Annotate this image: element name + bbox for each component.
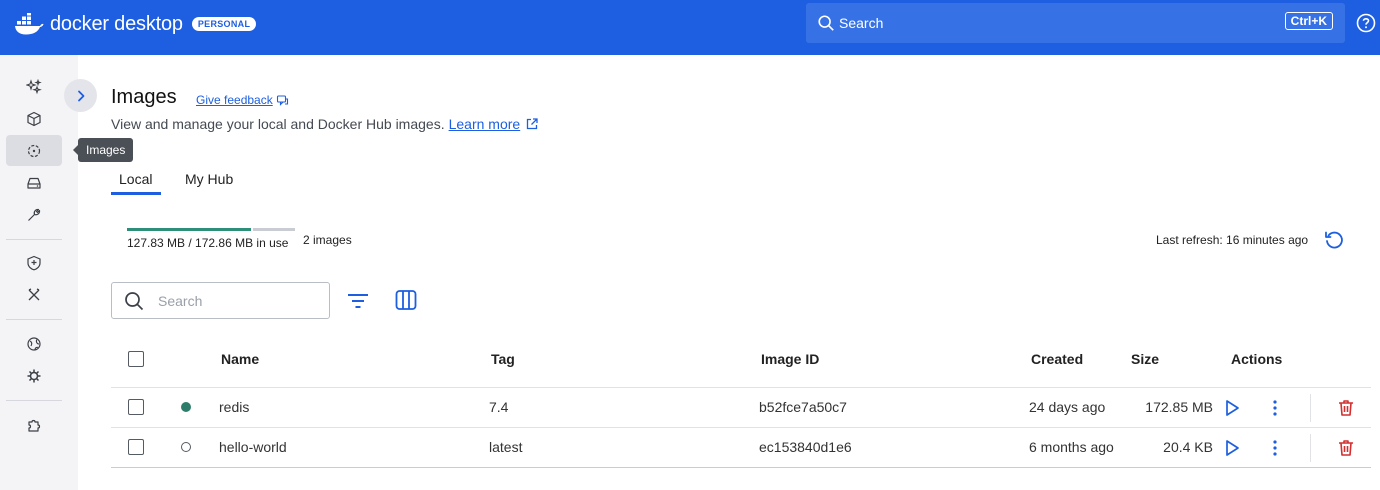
sidebar-item-models[interactable] xyxy=(6,279,62,310)
tab-local[interactable]: Local xyxy=(119,171,152,187)
column-header-image-id[interactable]: Image ID xyxy=(761,351,819,367)
image-created: 6 months ago xyxy=(1029,439,1114,455)
image-name[interactable]: hello-world xyxy=(219,439,287,455)
top-header: docker desktop PERSONAL Search Ctrl+K xyxy=(0,0,1380,55)
plan-badge: PERSONAL xyxy=(191,17,257,31)
puzzle-icon xyxy=(28,419,41,432)
more-options-icon[interactable] xyxy=(1265,398,1285,418)
tools-icon xyxy=(28,287,40,300)
learn-more-link[interactable]: Learn more xyxy=(449,116,521,132)
subtitle-text: View and manage your local and Docker Hu… xyxy=(111,116,445,132)
image-search-input[interactable] xyxy=(158,292,308,309)
image-count: 2 images xyxy=(303,233,352,247)
feedback-icon xyxy=(276,94,288,106)
sidebar-item-scout[interactable] xyxy=(6,247,62,278)
image-id: b52fce7a50c7 xyxy=(759,399,847,415)
filter-icon[interactable] xyxy=(346,289,370,313)
sidebar-item-ask-gordon[interactable] xyxy=(6,71,62,102)
sidebar-item-builds[interactable] xyxy=(6,199,62,230)
docker-logo: docker desktop PERSONAL xyxy=(14,12,257,36)
brand-name: docker desktop xyxy=(50,12,183,35)
sidebar-item-extensions-browse[interactable] xyxy=(6,328,62,359)
give-feedback-label: Give feedback xyxy=(196,93,273,107)
docker-whale-icon xyxy=(15,13,44,35)
help-circle-icon[interactable] xyxy=(1356,13,1376,33)
active-tab-indicator xyxy=(111,192,161,195)
external-link-icon[interactable] xyxy=(525,117,539,131)
sidebar-divider xyxy=(6,400,62,401)
actions-divider xyxy=(1310,434,1311,462)
disk-usage-bar-free xyxy=(253,228,295,231)
search-icon xyxy=(818,15,834,31)
chevron-right-icon xyxy=(77,90,84,101)
row-checkbox[interactable] xyxy=(128,439,144,455)
image-created: 24 days ago xyxy=(1029,399,1106,415)
column-header-actions: Actions xyxy=(1231,351,1283,367)
last-refresh-text: Last refresh: 16 minutes ago xyxy=(1156,233,1309,247)
sidebar xyxy=(0,55,78,490)
columns-icon[interactable] xyxy=(394,288,418,312)
column-header-tag[interactable]: Tag xyxy=(491,351,515,367)
image-tag: 7.4 xyxy=(489,399,509,415)
delete-icon[interactable] xyxy=(1336,438,1356,458)
sidebar-item-extensions[interactable] xyxy=(6,409,62,440)
column-header-name[interactable]: Name xyxy=(221,351,259,367)
page-title: Images xyxy=(111,86,177,108)
image-size: 172.85 MB xyxy=(1145,399,1213,415)
disk-usage-text: 127.83 MB / 172.86 MB in use xyxy=(127,236,289,250)
sidebar-item-containers[interactable] xyxy=(6,103,62,134)
global-search-bar[interactable]: Search Ctrl+K xyxy=(806,3,1345,43)
row-checkbox[interactable] xyxy=(128,399,144,415)
column-header-created[interactable]: Created xyxy=(1031,351,1083,367)
unused-status-dot xyxy=(181,442,191,452)
wrench-icon xyxy=(28,208,41,221)
column-header-size[interactable]: Size xyxy=(1131,351,1159,367)
table-divider xyxy=(111,467,1371,468)
sidebar-item-images[interactable] xyxy=(6,135,62,166)
sidebar-divider xyxy=(6,239,62,240)
table-divider xyxy=(111,387,1371,388)
image-tag: latest xyxy=(489,439,523,455)
image-size: 20.4 KB xyxy=(1163,439,1213,455)
image-id: ec153840d1e6 xyxy=(759,439,852,455)
delete-icon[interactable] xyxy=(1336,398,1356,418)
search-shortcut-badge: Ctrl+K xyxy=(1284,12,1333,30)
image-name[interactable]: redis xyxy=(219,399,249,415)
select-all-checkbox[interactable] xyxy=(128,351,144,367)
sidebar-item-volumes[interactable] xyxy=(6,167,62,198)
sidebar-tooltip: Images xyxy=(72,138,134,162)
search-icon xyxy=(125,291,144,310)
page-subtitle: View and manage your local and Docker Hu… xyxy=(111,116,539,132)
tab-my-hub[interactable]: My Hub xyxy=(185,171,233,187)
more-options-icon[interactable] xyxy=(1265,438,1285,458)
run-icon[interactable] xyxy=(1222,438,1242,458)
global-search-label: Search xyxy=(839,15,884,31)
in-use-status-dot xyxy=(181,402,191,412)
globe-icon xyxy=(27,336,41,351)
run-icon[interactable] xyxy=(1222,398,1242,418)
helm-icon xyxy=(27,369,41,382)
actions-divider xyxy=(1310,394,1311,422)
sidebar-divider xyxy=(6,319,62,320)
refresh-icon[interactable] xyxy=(1323,229,1345,251)
sparkles-icon xyxy=(26,78,42,94)
drive-icon xyxy=(27,177,41,189)
sidebar-expand-button[interactable] xyxy=(64,79,97,112)
image-search-field[interactable] xyxy=(111,282,330,319)
shield-icon xyxy=(27,255,41,270)
cube-icon xyxy=(27,111,41,126)
disk-usage-bar-used xyxy=(127,228,251,231)
give-feedback-link[interactable]: Give feedback xyxy=(196,93,289,107)
sidebar-item-kubernetes[interactable] xyxy=(6,360,62,391)
table-divider xyxy=(111,427,1371,428)
images-icon xyxy=(27,144,41,157)
